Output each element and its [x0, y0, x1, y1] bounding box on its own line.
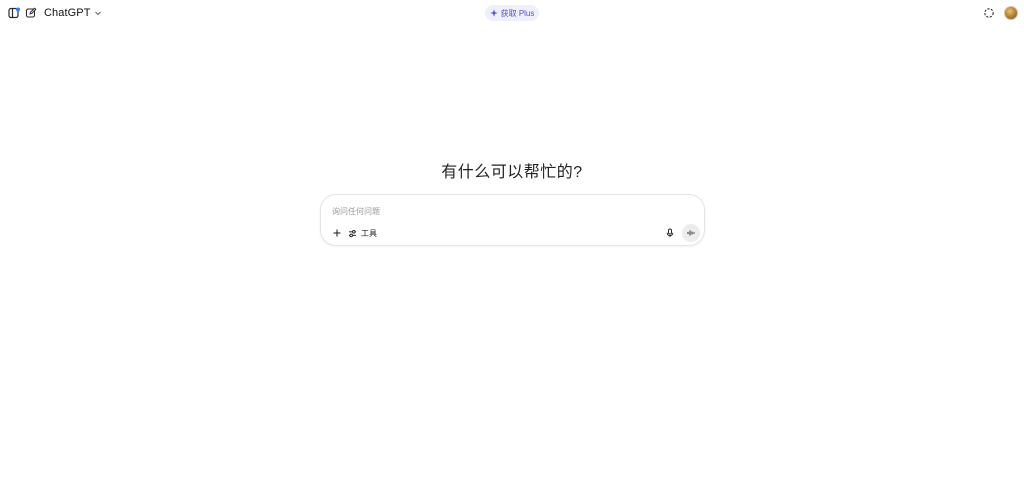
temporary-chat-icon [984, 8, 994, 18]
upgrade-plus-button[interactable]: 获取 Plus [485, 5, 539, 21]
page-headline: 有什么可以帮忙的? [441, 164, 583, 181]
sidebar-toggle-icon [8, 7, 20, 19]
new-chat-button[interactable] [23, 5, 39, 21]
tools-button[interactable]: 工具 [348, 227, 377, 239]
model-name: ChatGPT [44, 7, 91, 19]
tools-icon [349, 229, 356, 237]
microphone-icon [666, 228, 674, 238]
message-composer: 工具 [320, 194, 705, 246]
voice-mode-button[interactable] [682, 224, 700, 242]
tools-label: 工具 [361, 228, 377, 238]
sparkle-icon [489, 9, 498, 17]
temporary-chat-button[interactable] [981, 5, 997, 21]
model-switcher[interactable]: ChatGPT [44, 6, 102, 20]
attach-button[interactable] [329, 225, 345, 241]
new-chat-icon [25, 7, 37, 18]
prompt-input[interactable] [332, 205, 632, 217]
plus-icon [333, 229, 341, 237]
sidebar-toggle-button[interactable] [6, 5, 22, 21]
voice-mode-icon [687, 230, 695, 236]
upgrade-plus-label: 获取 Plus [500, 8, 535, 18]
chevron-down-icon [94, 11, 101, 16]
user-avatar[interactable] [1004, 6, 1018, 20]
top-bar: ChatGPT 获取 Plus [0, 0, 1024, 26]
dictate-button[interactable] [662, 225, 678, 241]
